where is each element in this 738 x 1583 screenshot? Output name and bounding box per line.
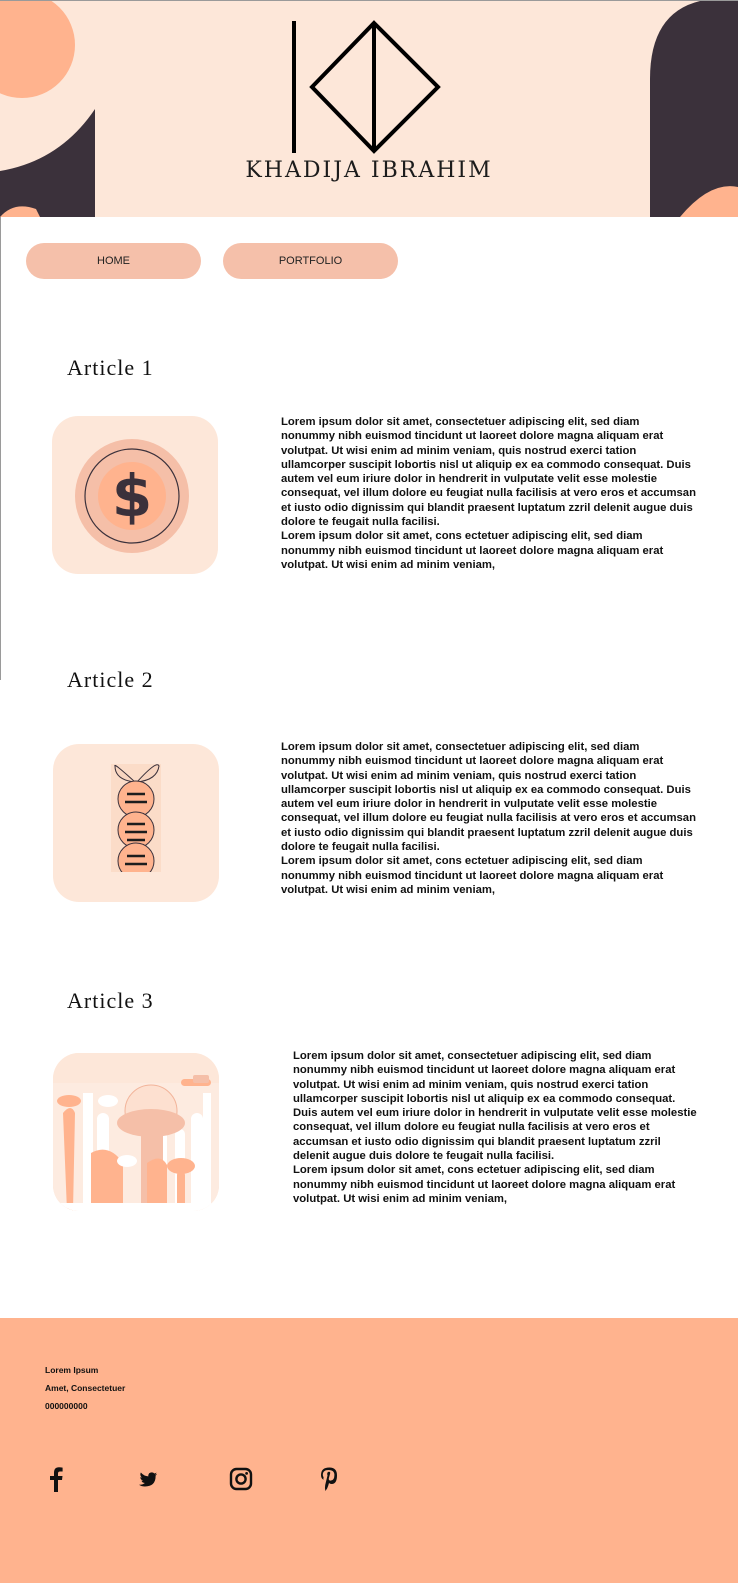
article-1-paragraph-1: Lorem ipsum dolor sit amet, consectetuer… <box>281 416 696 529</box>
article-1-thumbnail: $ <box>52 416 218 574</box>
article-3-title: Article 3 <box>67 988 154 1013</box>
laboratory-glassware-icon <box>53 1053 219 1211</box>
pinterest-icon[interactable] <box>314 1464 344 1494</box>
article-2-paragraph-1: Lorem ipsum dolor sit amet, consectetuer… <box>281 741 696 854</box>
instagram-icon[interactable] <box>226 1464 256 1494</box>
logo-icon <box>292 20 441 154</box>
article-3-thumbnail <box>53 1053 219 1211</box>
article-3-paragraph-1: Lorem ipsum dolor sit amet, consectetuer… <box>293 1050 697 1163</box>
site-header: KHADIJA IBRAHIM <box>0 0 738 217</box>
article-3-body: Lorem ipsum dolor sit amet, consectetuer… <box>293 1049 698 1206</box>
footer-line-1: Lorem Ipsum <box>45 1365 99 1375</box>
site-name: KHADIJA IBRAHIM <box>245 158 493 183</box>
facebook-icon[interactable] <box>41 1464 71 1494</box>
nav-portfolio-button[interactable]: PORTFOLIO <box>223 243 398 279</box>
article-2-body: Lorem ipsum dolor sit amet, consectetuer… <box>281 740 696 897</box>
site-footer <box>0 1318 738 1583</box>
footer-line-2: Amet, Consectetuer <box>45 1383 126 1393</box>
article-1-body: Lorem ipsum dolor sit amet, consectetuer… <box>281 415 696 572</box>
article-1-paragraph-2: Lorem ipsum dolor sit amet, cons ectetue… <box>281 530 664 571</box>
article-2-thumbnail <box>53 744 219 902</box>
article-3-paragraph-2: Lorem ipsum dolor sit amet, cons ectetue… <box>293 1164 676 1205</box>
twitter-icon[interactable] <box>137 1464 167 1494</box>
dollar-coin-icon: $ <box>75 439 189 553</box>
dna-sprout-icon <box>111 764 161 880</box>
article-2-title: Article 2 <box>67 667 154 692</box>
nav-home-button[interactable]: HOME <box>26 243 201 279</box>
footer-phone: 000000000 <box>45 1401 88 1411</box>
svg-text:$: $ <box>112 462 152 530</box>
article-1-title: Article 1 <box>67 355 154 380</box>
article-2-paragraph-2: Lorem ipsum dolor sit amet, cons ectetue… <box>281 855 664 896</box>
